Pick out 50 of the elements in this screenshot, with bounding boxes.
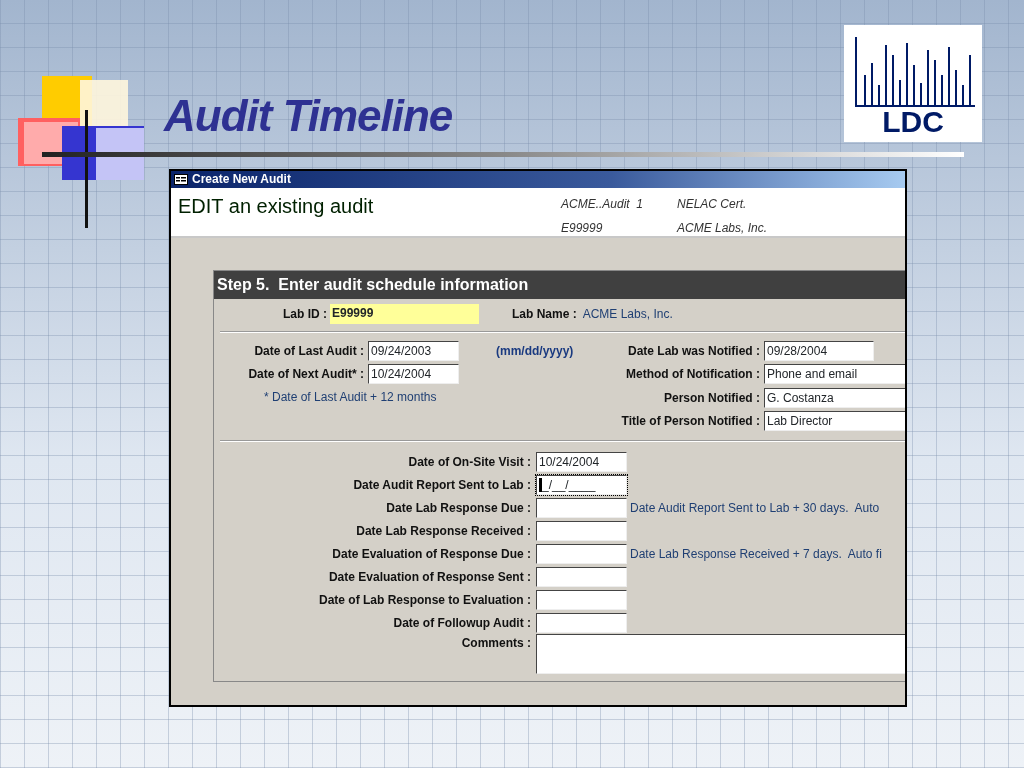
form-heading: EDIT an existing audit <box>177 194 375 219</box>
info-text: ACME Labs, Inc. <box>677 220 769 237</box>
date-field[interactable] <box>536 589 627 610</box>
hint-text: Date Lab Response Received + 7 days. Auto fi <box>630 545 882 563</box>
date-field[interactable] <box>536 566 627 587</box>
field-label: Date Evaluation of Response Sent : <box>327 568 531 586</box>
field-label: Date of Last Audit : <box>253 342 364 360</box>
info-text: E99999 <box>561 220 604 237</box>
text-field[interactable]: Phone and email <box>764 364 905 385</box>
slide-title: Audit Timeline <box>164 92 453 141</box>
logo-text: LDC <box>882 105 944 138</box>
section-header: Step 5. Enter audit schedule information <box>214 271 905 299</box>
format-hint: (mm/dd/yyyy) <box>496 342 574 360</box>
field-label: Title of Person Notified : <box>620 413 760 431</box>
field-label: Date Lab Response Received : <box>355 522 531 540</box>
date-field[interactable]: 10/24/2004 <box>368 363 459 384</box>
date-field[interactable] <box>536 520 627 541</box>
date-field[interactable] <box>536 543 627 564</box>
hint-text: Date Audit Report Sent to Lab + 30 days. Auto <box>630 499 880 517</box>
field-label: Person Notified : <box>663 389 760 407</box>
lab-id-field[interactable]: E99999 <box>330 304 479 324</box>
field-label: Date Evaluation of Response Due : <box>331 545 531 563</box>
date-field[interactable]: _/__/____ <box>536 474 627 495</box>
date-field[interactable] <box>536 497 627 518</box>
window-title: Create New Audit <box>192 171 291 188</box>
field-label: Method of Notification : <box>625 366 760 384</box>
text-field[interactable]: Lab Director <box>764 411 905 432</box>
chart-icon <box>855 37 975 107</box>
date-field[interactable] <box>536 612 627 633</box>
text-field[interactable]: G. Costanza <box>764 387 905 408</box>
date-field[interactable]: 09/24/2003 <box>368 340 459 361</box>
comments-field[interactable] <box>536 634 905 674</box>
field-label: Date of Followup Audit : <box>392 614 531 632</box>
field-label: Lab ID : <box>282 306 327 323</box>
field-label: Date of On-Site Visit : <box>407 453 531 471</box>
info-text: NELAC Cert. <box>677 196 748 213</box>
date-field[interactable]: 10/24/2004 <box>536 451 627 472</box>
info-text: ACME..Audit 1 <box>561 196 645 213</box>
field-label: Date Audit Report Sent to Lab : <box>352 476 531 494</box>
lab-name-text: ACME Labs, Inc. <box>582 306 673 323</box>
field-label: Date Lab was Notified : <box>626 342 760 360</box>
field-label: Date of Lab Response to Evaluation : <box>317 591 531 609</box>
field-label: Comments : <box>460 635 531 652</box>
hint-text: * Date of Last Audit + 12 months <box>264 388 437 406</box>
field-label: Date Lab Response Due : <box>385 499 531 517</box>
form-icon <box>174 174 188 185</box>
field-label: Lab Name : <box>512 306 577 323</box>
text-cursor <box>539 478 542 493</box>
text-field[interactable]: 09/28/2004 <box>764 340 874 361</box>
field-label: Date of Next Audit* : <box>247 365 364 383</box>
